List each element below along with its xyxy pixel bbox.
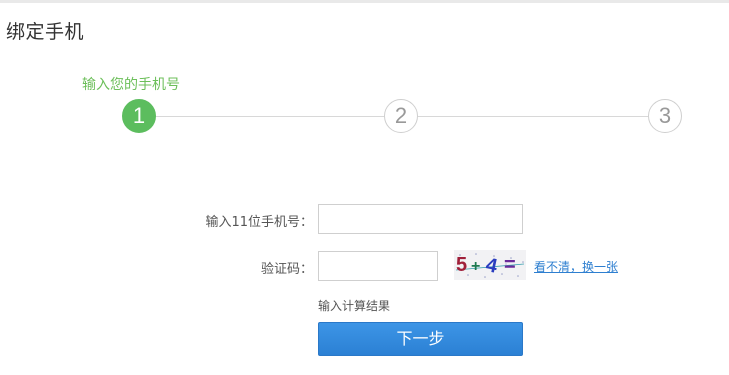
captcha-input[interactable] <box>318 251 438 281</box>
captcha-char-2: + <box>471 258 480 275</box>
captcha-char-4: = <box>504 254 516 276</box>
step-3-indicator: 3 <box>648 99 682 133</box>
captcha-hint: 输入计算结果 <box>318 299 391 313</box>
page-title: 绑定手机 <box>6 21 85 43</box>
captcha-label: 验证码： <box>260 262 313 277</box>
step-2-indicator: 2 <box>384 99 418 133</box>
captcha-char-1: 5 <box>456 254 467 276</box>
captcha-graphic: 5 + 4 = <box>454 250 526 280</box>
next-step-button[interactable]: 下一步 <box>318 322 523 356</box>
top-border <box>0 0 729 3</box>
step-1-indicator: 1 <box>122 99 156 133</box>
phone-input[interactable] <box>318 204 523 234</box>
phone-label: 输入11位手机号： <box>205 215 313 230</box>
step-caption: 输入您的手机号 <box>82 77 180 93</box>
captcha-image[interactable]: 5 + 4 = <box>454 250 526 280</box>
refresh-captcha-link[interactable]: 看不清，换一张 <box>534 258 618 275</box>
